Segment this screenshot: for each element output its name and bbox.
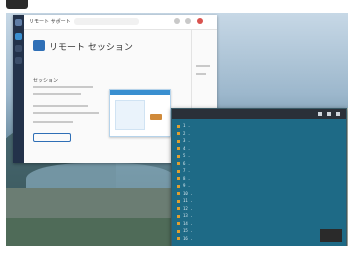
avatar-icon[interactable] — [197, 18, 203, 24]
line-marker-icon — [177, 184, 180, 188]
terminal-line-text: 4 . — [183, 145, 191, 151]
illustration-pane — [115, 100, 145, 130]
terminal-line-text: 15 . — [183, 228, 193, 233]
terminal-line-text: 13 . — [183, 213, 193, 218]
text-line — [33, 121, 73, 123]
terminal-line-text: 10 . — [183, 190, 193, 196]
terminal-line-text: 9 . — [183, 183, 191, 188]
maximize-icon[interactable] — [327, 112, 331, 116]
terminal-line-text: 3 . — [183, 138, 191, 143]
text-line — [33, 105, 88, 107]
section-label: セッション — [33, 78, 59, 84]
menu-icon[interactable] — [15, 19, 22, 26]
line-marker-icon — [177, 124, 180, 128]
line-marker-icon — [177, 139, 180, 143]
line-marker-icon — [177, 147, 180, 150]
terminal-line: 4 . — [177, 146, 190, 151]
notification-icon[interactable] — [174, 18, 180, 24]
nav-rail — [13, 15, 24, 163]
terminal-line: 7 . — [177, 168, 190, 173]
line-marker-icon — [177, 229, 180, 233]
settings-icon[interactable] — [15, 57, 22, 64]
line-marker-icon — [177, 132, 180, 135]
terminal-line-text: 6 . — [183, 160, 191, 166]
illustration-titlebar — [110, 90, 170, 95]
search-input[interactable] — [74, 18, 139, 25]
line-marker-icon — [177, 169, 180, 173]
apps-icon[interactable] — [15, 45, 22, 52]
terminal-line: 2 . — [177, 131, 190, 136]
line-marker-icon — [177, 162, 180, 165]
text-line — [196, 65, 210, 67]
session-illustration — [109, 89, 171, 137]
line-marker-icon — [177, 199, 180, 203]
session-action-button[interactable] — [33, 133, 71, 142]
terminal-line-text: 1 . — [183, 123, 191, 128]
text-line — [33, 112, 99, 114]
terminal-line: 13 . — [177, 213, 193, 218]
home-icon[interactable] — [15, 33, 22, 40]
remote-session-icon — [33, 40, 45, 51]
text-line — [196, 73, 206, 75]
minimize-icon[interactable] — [318, 112, 322, 116]
terminal-line-text: 8 . — [183, 175, 191, 181]
line-marker-icon — [177, 192, 180, 195]
terminal-line: 14 . — [177, 221, 193, 226]
terminal-line: 3 . — [177, 138, 190, 143]
line-marker-icon — [177, 214, 180, 218]
terminal-titlebar — [172, 109, 346, 119]
terminal-line: 8 . — [177, 176, 190, 181]
text-line — [33, 86, 93, 88]
close-icon[interactable] — [336, 112, 340, 116]
terminal-line: 12 . — [177, 206, 193, 211]
line-marker-icon — [177, 177, 180, 180]
text-line — [33, 93, 81, 95]
page-title: リモート セッション — [49, 43, 133, 53]
terminal-line: 10 . — [177, 191, 193, 196]
terminal-line-text: 12 . — [183, 205, 193, 211]
line-marker-icon — [177, 207, 180, 210]
terminal-line: 16 . — [177, 236, 193, 241]
terminal-line-text: 7 . — [183, 168, 191, 173]
desktop: リモート サポート リモート セッション セッション 1 . 2 . 3 . 4… — [6, 13, 348, 246]
terminal-window[interactable]: 1 . 2 . 3 . 4 . 5 . 6 . 7 . 8 . 9 . 10 . 11 . 12 . 1… — [171, 108, 347, 246]
terminal-line: 15 . — [177, 228, 193, 233]
terminal-line-text: 11 . — [183, 198, 193, 203]
terminal-line-text: 16 . — [183, 235, 193, 241]
app-name: リモート サポート — [29, 19, 71, 25]
illustration-accent — [150, 114, 162, 120]
terminal-line: 9 . — [177, 183, 190, 188]
terminal-line-text: 5 . — [183, 153, 191, 158]
terminal-line: 6 . — [177, 161, 190, 166]
corner-badge — [6, 0, 28, 9]
terminal-line: 5 . — [177, 153, 190, 158]
terminal-corner-tray — [320, 229, 342, 242]
terminal-line-text: 14 . — [183, 220, 193, 226]
terminal-line: 11 . — [177, 198, 193, 203]
line-marker-icon — [177, 237, 180, 240]
line-marker-icon — [177, 154, 180, 158]
window-titlebar: リモート サポート — [24, 15, 217, 30]
help-icon[interactable] — [185, 18, 191, 24]
line-marker-icon — [177, 222, 180, 225]
terminal-line: 1 . — [177, 123, 190, 128]
terminal-line-text: 2 . — [183, 130, 191, 136]
